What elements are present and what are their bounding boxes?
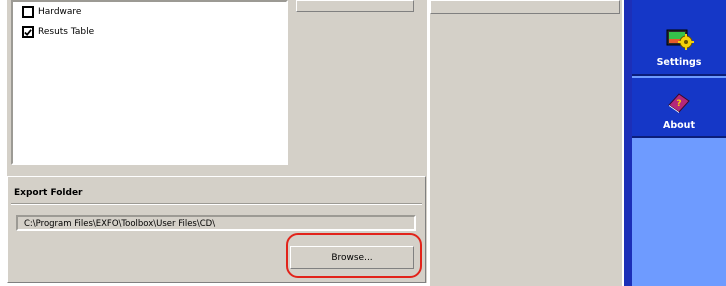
app-window: Hardware Resuts Table Export Folder C:\P… (0, 0, 624, 286)
export-folder-title: Export Folder (14, 188, 83, 198)
about-label: About (663, 120, 695, 131)
settings-button[interactable]: Settings (632, 0, 726, 76)
about-button[interactable]: ? About (632, 78, 726, 138)
report-items-list[interactable] (11, 0, 288, 165)
sidebar-empty-area (632, 138, 726, 286)
hardware-checkbox[interactable] (22, 6, 34, 18)
checkmark-icon (24, 28, 32, 36)
results-table-label: Resuts Table (38, 27, 95, 37)
options-button[interactable] (296, 0, 414, 12)
group-divider (11, 203, 422, 205)
check-row-results-table[interactable]: Resuts Table (22, 26, 94, 38)
hardware-label: Hardware (38, 7, 82, 17)
svg-text:?: ? (676, 99, 681, 109)
highlight-annotation (286, 233, 422, 278)
sidebar: Settings ? About (632, 0, 726, 286)
results-table-checkbox[interactable] (22, 26, 34, 38)
export-folder-path-field: C:\Program Files\EXFO\Toolbox\User Files… (16, 215, 416, 231)
middle-panel (430, 0, 622, 286)
settings-gear-icon (666, 29, 694, 50)
settings-label: Settings (656, 57, 702, 68)
about-book-icon: ? (668, 93, 690, 113)
options-area (290, 0, 421, 168)
check-row-hardware[interactable]: Hardware (22, 6, 81, 18)
middle-panel-header (430, 0, 620, 14)
sidebar-edge (624, 0, 632, 286)
export-folder-path: C:\Program Files\EXFO\Toolbox\User Files… (24, 219, 216, 229)
